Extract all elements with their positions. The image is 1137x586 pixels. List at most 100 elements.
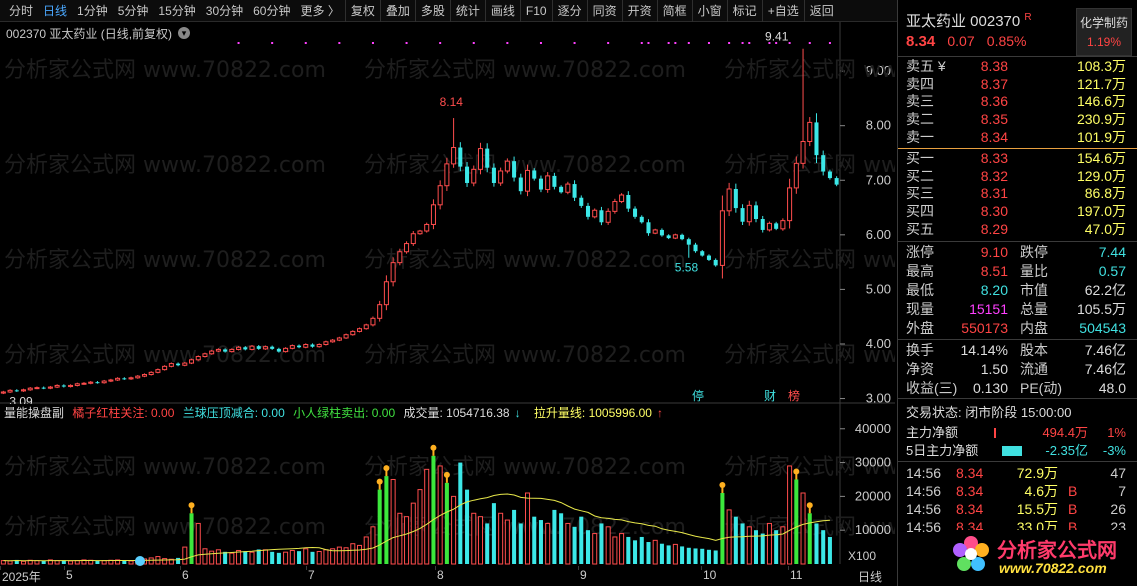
flower-logo-icon [953,536,989,571]
candle-down [760,219,765,230]
toolbar-item-7[interactable]: 更多 〉 [295,0,344,22]
book-row: 买二 8.32 129.0万 [898,168,1137,186]
book-price: 8.37 [980,75,1008,92]
book-row: 卖五 ¥ 8.38 108.3万 [898,58,1137,76]
stat-label: 股本 [1020,342,1048,358]
tick-count: 26 [1110,501,1126,517]
volume-bar [800,492,806,565]
candle-up [370,317,376,326]
toolbar-item-17[interactable]: 简框 [656,0,692,22]
toolbar-item-12[interactable]: 画线 [484,0,520,22]
toolbar-item-10[interactable]: 多股 [414,0,450,22]
volume-bar [54,560,60,565]
r-badge: R [1024,12,1032,23]
volume-bar [713,550,718,564]
volume-bar [243,551,248,564]
date-label: 9 [580,568,587,582]
candle-up [323,341,329,346]
volume-bar [672,543,678,565]
signal-dot [748,42,751,44]
candle-up [404,243,410,253]
candlestick-chart[interactable]: 9.008.007.006.005.004.003.00分析家公式网 www.7… [0,22,895,404]
date-label: 8 [437,568,444,582]
toolbar-item-0[interactable]: 分时 [4,0,38,22]
toolbar-item-11[interactable]: 统计 [449,0,485,22]
stat-label: 市值 [1020,282,1048,298]
stat-row: 换手 14.14% 股本 7.46亿 [898,341,1137,360]
toolbar-item-8[interactable]: 复权 [344,0,380,22]
book-volume: 197.0万 [1076,203,1126,220]
indicator-value-green: 小人绿柱卖出: 0.00 [293,406,396,420]
book-price: 8.30 [980,203,1008,220]
toolbar-item-4[interactable]: 15分钟 [153,0,200,22]
toolbar-item-6[interactable]: 60分钟 [248,0,295,22]
toolbar-item-2[interactable]: 1分钟 [72,0,113,22]
candle-down [686,239,691,245]
sector-box[interactable]: 化学制药 1.19% [1076,8,1132,56]
toolbar-item-18[interactable]: 小窗 [691,0,727,22]
stat-value: 7.46亿 [1084,342,1126,358]
candle-down [639,216,644,223]
toolbar-item-15[interactable]: 同资 [586,0,622,22]
watermark-text: 分析家公式网 www.70822.com [4,58,326,83]
candle-up [168,363,174,367]
toolbar-item-21[interactable]: 返回 [803,0,839,22]
toolbar-item-13[interactable]: F10 [519,0,552,22]
up-arrow-icon: ↑ [656,406,663,420]
volume-bar [162,558,168,565]
book-row: 买四 8.30 197.0万 [898,203,1137,221]
candle-up [498,170,504,184]
volume-bar [753,530,759,564]
event-marker: 财 [764,389,776,403]
signal-dot [405,42,408,44]
volume-bar [733,516,738,564]
candle-up [316,344,322,348]
volume-bar [477,516,483,565]
toolbar-item-14[interactable]: 逐分 [551,0,587,22]
indicator-ma: 拉升量线: 1005996.00 ↑ [533,406,663,420]
volume-bar [249,551,255,565]
candle-up [343,334,349,339]
date-axis: 2025年 5 6 7 8 9 10 11 日线 [0,566,895,586]
candle-up [619,194,625,203]
candle-up [437,185,443,206]
indicator-name[interactable]: 量能操盘副 [4,406,64,420]
candle-down [41,387,46,389]
flow-bar [994,428,996,438]
volume-bar [363,536,369,565]
candle-up [672,234,678,239]
date-label: 6 [182,568,189,582]
volume-bar [465,489,470,564]
tick-list[interactable]: 14:56 8.34 72.9万 47 14:56 8.34 4.6万 B 7 14:56 8.34… [898,464,1137,536]
toolbar-item-3[interactable]: 5分钟 [113,0,154,22]
volume-bar [579,516,584,564]
candle-up [417,230,423,235]
toolbar-item-1[interactable]: 日线 [38,0,72,22]
toolbar-item-20[interactable]: +自选 [761,0,804,22]
toolbar-item-16[interactable]: 开资 [621,0,657,22]
toolbar-item-5[interactable]: 30分钟 [201,0,248,22]
candle-up [780,220,786,230]
book-row: 买五 8.29 47.0万 [898,221,1137,239]
volume-chart[interactable]: 分析家公式网 www.70822.com 分析家公式网 www.70822.com… [0,404,895,566]
book-label: 买二 [906,167,934,184]
event-marker: 停 [692,388,704,403]
volume-bar [821,530,826,564]
tick-volume: 72.9万 [1016,465,1058,481]
candle-down [834,178,839,185]
volume-bar [639,536,644,564]
stat-row: 收益(三) 0.130 PE(动) 48.0 [898,379,1137,398]
toolbar-item-19[interactable]: 标记 [726,0,762,22]
toolbar-item-9[interactable]: 叠加 [379,0,415,22]
candle-down [753,205,759,220]
volume-bar [780,526,786,565]
volume-bar [693,548,698,564]
volume-bar [807,513,812,564]
volume-bar [377,489,382,564]
signal-dot [728,42,731,44]
settings-icon[interactable]: ▾ [178,27,190,39]
volume-bar [289,549,295,565]
volume-bar [592,533,598,565]
tick-count: 47 [1110,465,1126,481]
flow-label: 5日主力净额 [906,443,979,458]
